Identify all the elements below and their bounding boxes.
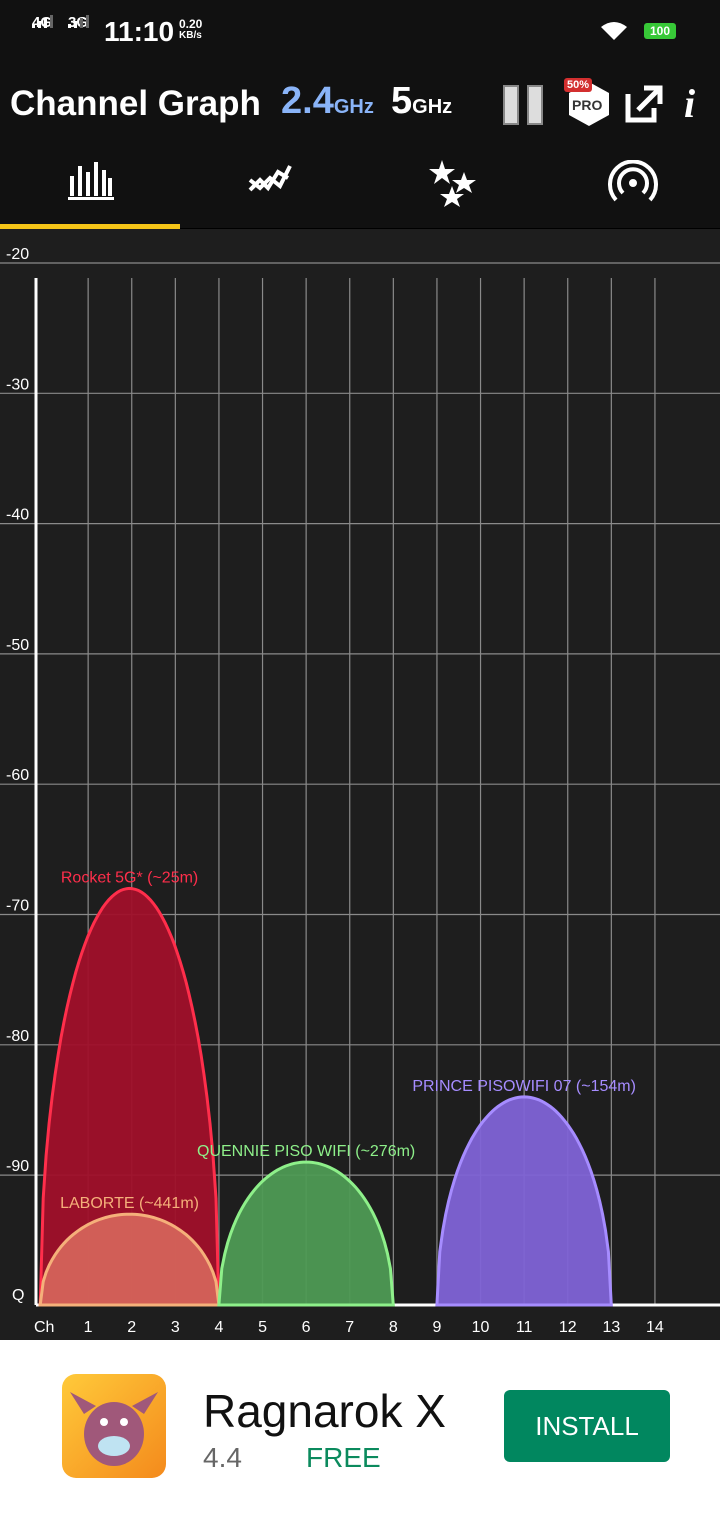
- status-bar: 4G 3G 11:10 0.20 KB/s 100: [0, 0, 720, 66]
- y-tick-label: -70: [6, 898, 29, 915]
- y-tick-label: -30: [6, 376, 29, 393]
- y-tick-label: -60: [6, 767, 29, 784]
- band-5-unit: GHz: [412, 96, 453, 118]
- x-tick-label: 11: [516, 1319, 533, 1336]
- x-tick-label: 12: [559, 1319, 577, 1336]
- series-curve: [217, 1160, 395, 1307]
- pro-label: PRO: [572, 97, 603, 113]
- info-icon[interactable]: i: [684, 80, 695, 127]
- x-tick-label: 14: [646, 1319, 664, 1336]
- series-label: Rocket 5G* (~25m): [61, 869, 198, 886]
- wifi-icon: [601, 22, 627, 40]
- network-speed-unit: KB/s: [179, 30, 202, 41]
- ad-price: FREE: [306, 1442, 381, 1473]
- x-tick-label: 10: [472, 1319, 490, 1336]
- x-tick-label: 4: [214, 1319, 223, 1336]
- ad-app-name[interactable]: Ragnarok X: [203, 1384, 446, 1438]
- battery-level: 100: [649, 24, 671, 38]
- tab-bar: [0, 146, 720, 228]
- y-tick-label: -50: [6, 637, 29, 654]
- time-graph-icon: [248, 165, 292, 192]
- pro-discount: 50%: [564, 78, 593, 92]
- page-title: Channel Graph: [10, 84, 261, 123]
- x-tick-label: 3: [171, 1319, 180, 1336]
- x-tick-label: 7: [345, 1319, 354, 1336]
- tab-access-points[interactable]: [540, 146, 720, 228]
- network-type-1: 4G: [32, 14, 53, 31]
- band-24-unit: GHz: [333, 96, 374, 118]
- x-tick-label: 5: [258, 1319, 267, 1336]
- pause-icon[interactable]: [502, 84, 544, 126]
- install-button[interactable]: INSTALL: [504, 1390, 670, 1462]
- pro-badge-icon[interactable]: PRO 50%: [564, 78, 612, 128]
- x-tick-label: 1: [84, 1319, 93, 1336]
- ad-rating: 4.4: [203, 1442, 242, 1473]
- y-tick-label: -20: [6, 246, 29, 263]
- y-tick-label: -90: [6, 1158, 29, 1175]
- battery-icon: 100: [644, 23, 676, 39]
- x-tick-label: 9: [432, 1319, 441, 1336]
- band-24-value: 2.4: [281, 80, 334, 122]
- bar-chart-icon: [68, 162, 114, 200]
- app-bar: Channel Graph 2.4GHz 5GHz PRO 50% i: [0, 66, 720, 146]
- y-axis-bottom-label: Q: [12, 1287, 24, 1304]
- network-speed: 0.20 KB/s: [179, 18, 202, 42]
- ad-app-icon[interactable]: [62, 1374, 166, 1478]
- x-tick-label: 6: [302, 1319, 311, 1336]
- share-icon[interactable]: [624, 84, 664, 124]
- clock: 11:10: [104, 16, 175, 47]
- x-tick-label: 8: [389, 1319, 398, 1336]
- ad-banner[interactable]: Ragnarok X 4.4 FREE INSTALL: [0, 1340, 720, 1520]
- series-label: QUENNIE PISO WIFI (~276m): [197, 1143, 415, 1160]
- series-label: PRINCE PISOWIFI 07 (~154m): [412, 1078, 636, 1095]
- network-speed-value: 0.20: [179, 17, 203, 31]
- stars-icon: [429, 160, 476, 207]
- y-tick-label: -80: [6, 1028, 29, 1045]
- channel-graph: -20 -30 -40 -50 -60 -70 -80 -90 1 2 3 4 5 6 7 8 9 10 11 12 1…: [0, 229, 720, 1340]
- series-label: LABORTE (~441m): [60, 1195, 199, 1212]
- series-curve: [435, 1095, 613, 1307]
- signal-icon: [608, 160, 658, 202]
- x-tick-label: 13: [602, 1319, 620, 1336]
- band-24ghz-button[interactable]: 2.4GHz: [281, 80, 374, 123]
- tab-channel-graph[interactable]: [0, 146, 180, 228]
- band-5-value: 5: [391, 80, 413, 122]
- y-tick-label: -40: [6, 507, 29, 524]
- x-axis-label: Ch: [34, 1319, 54, 1336]
- band-5ghz-button[interactable]: 5GHz: [391, 80, 452, 123]
- network-type-2: 3G: [68, 14, 89, 31]
- tab-rating[interactable]: [360, 146, 540, 228]
- x-tick-label: 2: [127, 1319, 136, 1336]
- channel-graph-svg: -20-30-40-50-60-70-80-901 2 3 4 5 6 7 8 9 10 11 12 1…: [0, 246, 720, 1336]
- tab-time-graph[interactable]: [180, 146, 360, 228]
